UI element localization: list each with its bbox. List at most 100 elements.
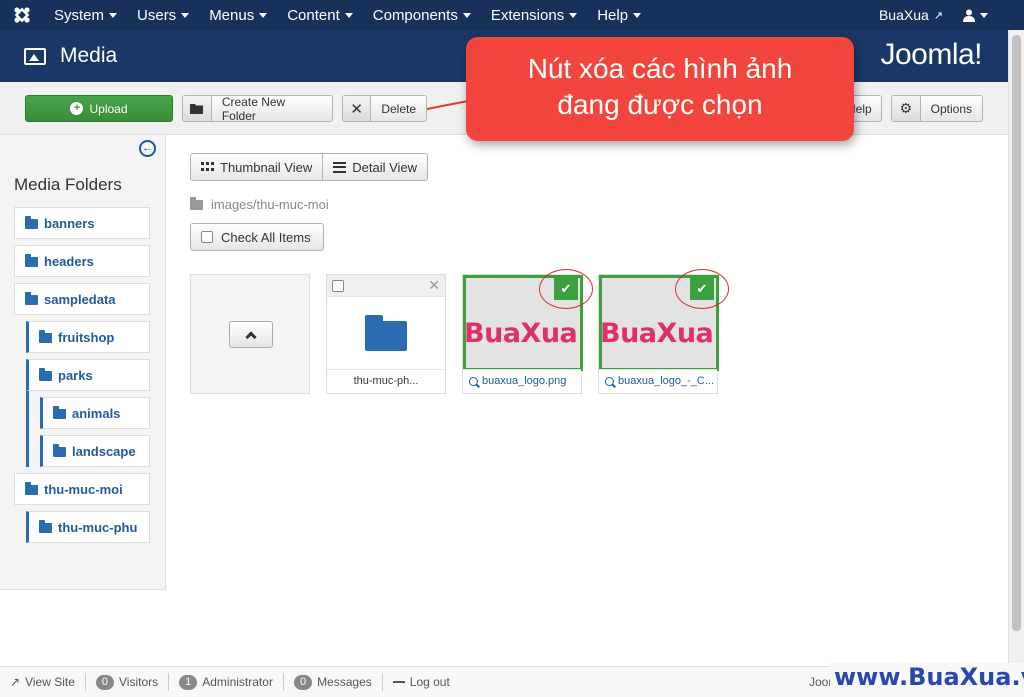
collapse-sidebar-icon[interactable]: ← <box>139 140 156 157</box>
folder-label: banners <box>44 215 95 231</box>
detail-view-label: Detail View <box>352 159 418 175</box>
folder-icon <box>25 216 38 229</box>
menu-content[interactable]: Content <box>277 0 363 30</box>
folder-label: landscape <box>72 443 136 459</box>
site-link[interactable]: BuaXua ↗ <box>869 0 953 30</box>
folder-icon <box>25 254 38 267</box>
thumbnail-view-button[interactable]: Thumbnail View <box>191 154 323 180</box>
go-up-button[interactable] <box>229 321 273 348</box>
menu-system-label: System <box>54 6 105 24</box>
tree-line <box>26 391 29 467</box>
folder-item-banners[interactable]: banners <box>14 207 150 239</box>
messages-label: Messages <box>317 675 372 689</box>
grid-icon <box>201 161 214 173</box>
caret-down-icon <box>569 12 578 18</box>
folder-icon <box>365 315 407 351</box>
gear-icon: ⚙ <box>892 96 921 121</box>
folder-item-parks[interactable]: parks <box>26 359 150 391</box>
caret-down-icon <box>980 12 988 18</box>
tile-caption-link[interactable]: buaxua_logo.png <box>463 369 581 393</box>
upload-button[interactable]: + Upload <box>25 95 173 122</box>
menu-help[interactable]: Help <box>587 0 651 30</box>
create-folder-button[interactable]: Create New Folder <box>182 95 333 122</box>
folder-icon <box>53 444 66 457</box>
view-toggle: Thumbnail View Detail View <box>190 153 429 181</box>
logo-image-text: BuaXua <box>464 318 578 349</box>
logout-link[interactable]: Log out <box>383 673 460 691</box>
tile-caption-link[interactable]: buaxua_logo_-_C... <box>599 369 717 393</box>
caret-down-icon <box>109 12 118 18</box>
folder-item-landscape[interactable]: landscape <box>40 435 150 467</box>
vertical-scrollbar[interactable] <box>1008 30 1024 666</box>
menu-system[interactable]: System <box>44 0 127 30</box>
folder-item-sampledata[interactable]: sampledata <box>14 283 150 315</box>
messages-status[interactable]: 0 Messages <box>284 673 383 691</box>
menu-menus[interactable]: Menus <box>199 0 277 30</box>
image-tile[interactable]: BuaXua ✔ buaxua_logo.png <box>462 269 593 394</box>
thumbnail-view-label: Thumbnail View <box>220 159 313 175</box>
options-button[interactable]: ⚙ Options <box>891 95 983 122</box>
messages-badge: 0 <box>293 674 313 690</box>
folder-icon <box>53 406 66 419</box>
user-icon <box>963 9 975 22</box>
check-all-button[interactable]: Check All Items <box>190 223 324 251</box>
visitors-status[interactable]: 0 Visitors <box>86 673 170 691</box>
delete-button[interactable]: ✕ Delete <box>342 95 427 122</box>
breadcrumb: images/thu-muc-moi <box>190 196 329 212</box>
page-title: Media <box>60 44 118 67</box>
delete-item-icon[interactable]: ✕ <box>428 277 440 294</box>
menu-components-label: Components <box>372 6 458 24</box>
folder-label: thu-muc-phu <box>58 519 138 535</box>
folder-item-headers[interactable]: headers <box>14 245 150 277</box>
search-icon <box>469 377 478 386</box>
logout-label: Log out <box>409 675 450 689</box>
folder-item-fruitshop[interactable]: fruitshop <box>26 321 150 353</box>
joomla-brand-logo: Joomla! <box>880 38 982 71</box>
upload-label: Upload <box>89 101 128 116</box>
tile-caption: buaxua_logo_-_C... <box>618 375 715 387</box>
folder-item-thu-muc-moi[interactable]: thu-muc-moi <box>14 473 150 505</box>
user-menu[interactable] <box>953 0 1024 30</box>
tile-topbar: ✕ <box>327 275 445 297</box>
folder-icon <box>25 292 38 305</box>
external-link-icon: ↗ <box>10 675 21 689</box>
checked-icon[interactable]: ✔ <box>690 278 714 300</box>
folder-label: sampledata <box>44 291 116 307</box>
checked-icon[interactable]: ✔ <box>554 278 578 300</box>
checkbox[interactable] <box>201 231 213 243</box>
menu-extensions[interactable]: Extensions <box>481 0 587 30</box>
folder-label: fruitshop <box>58 329 115 345</box>
folder-label: animals <box>72 405 121 421</box>
folder-item-animals[interactable]: animals <box>40 397 150 429</box>
view-site-link[interactable]: ↗ View Site <box>0 673 86 691</box>
menu-components[interactable]: Components <box>363 0 481 30</box>
menu-users[interactable]: Users <box>127 0 199 30</box>
tile-caption: thu-muc-ph... <box>327 369 445 393</box>
folder-label: thu-muc-moi <box>44 481 123 497</box>
folder-icon <box>39 520 52 533</box>
view-site-label: View Site <box>25 675 75 689</box>
visitors-badge: 0 <box>95 674 114 690</box>
current-path: images/thu-muc-moi <box>211 197 329 212</box>
folder-icon <box>25 482 38 495</box>
folder-icon <box>39 368 52 381</box>
folder-tile[interactable]: ✕ thu-muc-ph... <box>326 274 446 394</box>
caret-down-icon <box>462 12 471 18</box>
folder-item-thu-muc-phu[interactable]: thu-muc-phu <box>26 511 150 543</box>
logo-image-text: BuaXua <box>600 318 714 349</box>
joomla-menu-icon[interactable] <box>0 0 44 30</box>
scrollbar-thumb[interactable] <box>1012 35 1021 631</box>
item-checkbox[interactable] <box>332 280 344 292</box>
options-label: Options <box>930 101 972 116</box>
media-folders-sidebar: ← Media Folders banners headers sampleda… <box>0 135 166 590</box>
folder-icon <box>39 330 52 343</box>
annotation-callout: Nút xóa các hình ảnh đang được chọn <box>466 37 854 141</box>
create-folder-label: Create New Folder <box>221 95 286 122</box>
detail-view-button[interactable]: Detail View <box>322 154 428 180</box>
delete-label: Delete <box>381 101 416 116</box>
image-tile[interactable]: BuaXua ✔ buaxua_logo_-_C... <box>598 269 729 394</box>
minus-icon <box>392 681 405 683</box>
folder-icon <box>183 96 212 121</box>
caret-down-icon <box>633 12 642 18</box>
admin-status[interactable]: 1 Administrator <box>169 673 284 691</box>
